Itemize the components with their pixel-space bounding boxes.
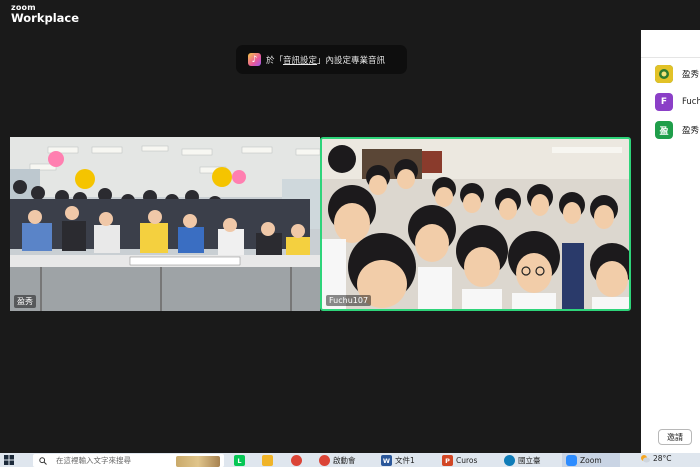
taskbar-app-label: 國立臺 (518, 456, 541, 465)
taskbar-app-powerpoint[interactable]: P Curos (442, 454, 477, 467)
taskbar-app-label: 啟動會 (333, 456, 356, 465)
folder-icon (262, 455, 273, 466)
participant-item[interactable]: F Fuchu (655, 92, 700, 112)
zoom-workplace-logo: zoom Workplace (11, 4, 79, 25)
notice-prefix: 於「 (266, 55, 284, 66)
weather-widget[interactable]: 28°C (640, 454, 672, 463)
edge-icon (504, 455, 515, 466)
participant-name-label: 盈秀 (14, 295, 36, 308)
participant-item[interactable]: 盈秀 (655, 64, 699, 84)
taskbar-app-label: 文件1 (395, 456, 415, 465)
invite-button[interactable]: 邀請 (658, 429, 692, 445)
taskbar-app-file-explorer[interactable] (262, 454, 273, 467)
temperature-text: 28°C (653, 454, 672, 463)
participant-item[interactable]: 盈 盈秀 (655, 120, 699, 140)
taskbar-app-label: Zoom (580, 456, 602, 465)
windows-taskbar: 在這裡輸入文字來搜尋 L 啟動會 W 文件1 P Curos 國立臺 Zoom … (0, 453, 700, 467)
taskbar-app-zoom[interactable]: Zoom (566, 454, 602, 467)
participant-name: Fuchu (682, 97, 700, 107)
line-icon: L (234, 455, 245, 466)
zoom-icon (566, 455, 577, 466)
powerpoint-icon: P (442, 455, 453, 466)
notice-text: 於「音訊設定」內設定專業音訊 (266, 54, 385, 66)
taskbar-app-line[interactable]: L (234, 454, 245, 467)
brand-workplace-text: Workplace (11, 11, 80, 25)
audio-settings-link[interactable]: 音訊設定 (283, 56, 317, 66)
classroom-video-feed (10, 137, 320, 311)
music-note-icon: ♪ (248, 53, 261, 66)
panel-header (641, 30, 700, 58)
avatar-photo (655, 65, 673, 83)
chrome-icon (291, 455, 302, 466)
search-icon (39, 456, 47, 465)
notice-suffix: 」內設定專業音訊 (317, 55, 386, 66)
group-selfie-video-feed (322, 139, 629, 309)
search-highlight-image (176, 456, 220, 467)
participant-avatar (655, 65, 673, 83)
participants-panel: 盈秀 F Fuchu 盈 盈秀 邀請 (641, 30, 700, 453)
participant-avatar: F (655, 93, 673, 111)
weather-icon (641, 455, 650, 463)
video-tile-left[interactable]: 盈秀 (10, 137, 320, 311)
participant-name-label: Fuchu107 (326, 295, 372, 306)
audio-settings-notice: ♪ 於「音訊設定」內設定專業音訊 (236, 45, 407, 74)
word-icon: W (381, 455, 392, 466)
taskbar-app-edge[interactable]: 國立臺 (504, 454, 541, 467)
taskbar-app-label: Curos (456, 456, 478, 465)
search-placeholder: 在這裡輸入文字來搜尋 (56, 456, 131, 465)
windows-start-icon[interactable] (4, 455, 14, 465)
title-bar: zoom Workplace (0, 0, 641, 30)
participant-name: 盈秀 (682, 126, 700, 136)
chrome-icon (319, 455, 330, 466)
participant-avatar: 盈 (655, 121, 673, 139)
zoom-meeting-window: zoom Workplace ♪ 於「音訊設定」內設定專業音訊 盈秀 Fuchu… (0, 0, 700, 467)
taskbar-app-chrome[interactable] (291, 454, 302, 467)
taskbar-search-box[interactable]: 在這裡輸入文字來搜尋 (33, 454, 224, 467)
video-tile-right-active-speaker[interactable]: Fuchu107 (320, 137, 631, 311)
taskbar-app-word[interactable]: W 文件1 (381, 454, 415, 467)
taskbar-app-chrome-window[interactable]: 啟動會 (319, 454, 356, 467)
participant-name: 盈秀 (682, 70, 700, 80)
